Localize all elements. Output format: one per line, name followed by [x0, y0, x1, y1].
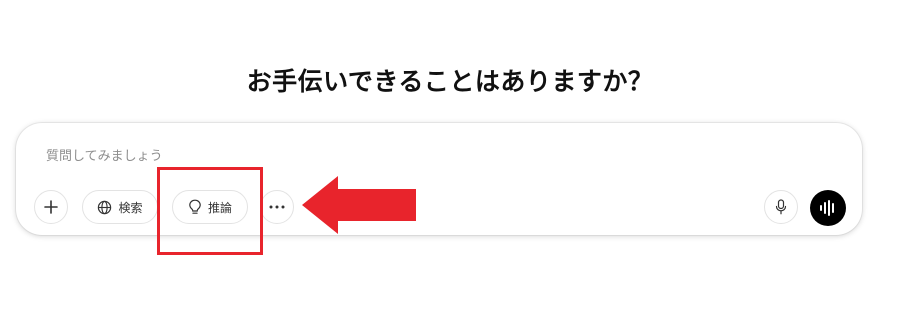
more-options-button[interactable] — [260, 190, 294, 224]
reason-button-highlight — [157, 167, 263, 255]
pointer-arrow-icon — [302, 176, 416, 234]
page-heading: お手伝いできることはありますか？ — [246, 67, 654, 96]
voice-waveform-icon — [820, 200, 834, 216]
voice-mode-button[interactable] — [810, 190, 846, 226]
ellipsis-icon — [269, 205, 285, 209]
message-composer: 質問してみましょう 検索 推論 — [16, 123, 862, 235]
dictate-button[interactable] — [764, 190, 798, 224]
search-button[interactable]: 検索 — [82, 190, 158, 224]
globe-icon — [98, 200, 112, 214]
page: お手伝いできることはありますか？ 質問してみましょう 検索 推論 — [0, 0, 900, 322]
plus-icon — [44, 200, 58, 214]
add-button[interactable] — [34, 190, 68, 224]
message-input[interactable]: 質問してみましょう — [46, 145, 163, 164]
microphone-icon — [775, 199, 787, 215]
search-button-label: 検索 — [118, 200, 143, 215]
